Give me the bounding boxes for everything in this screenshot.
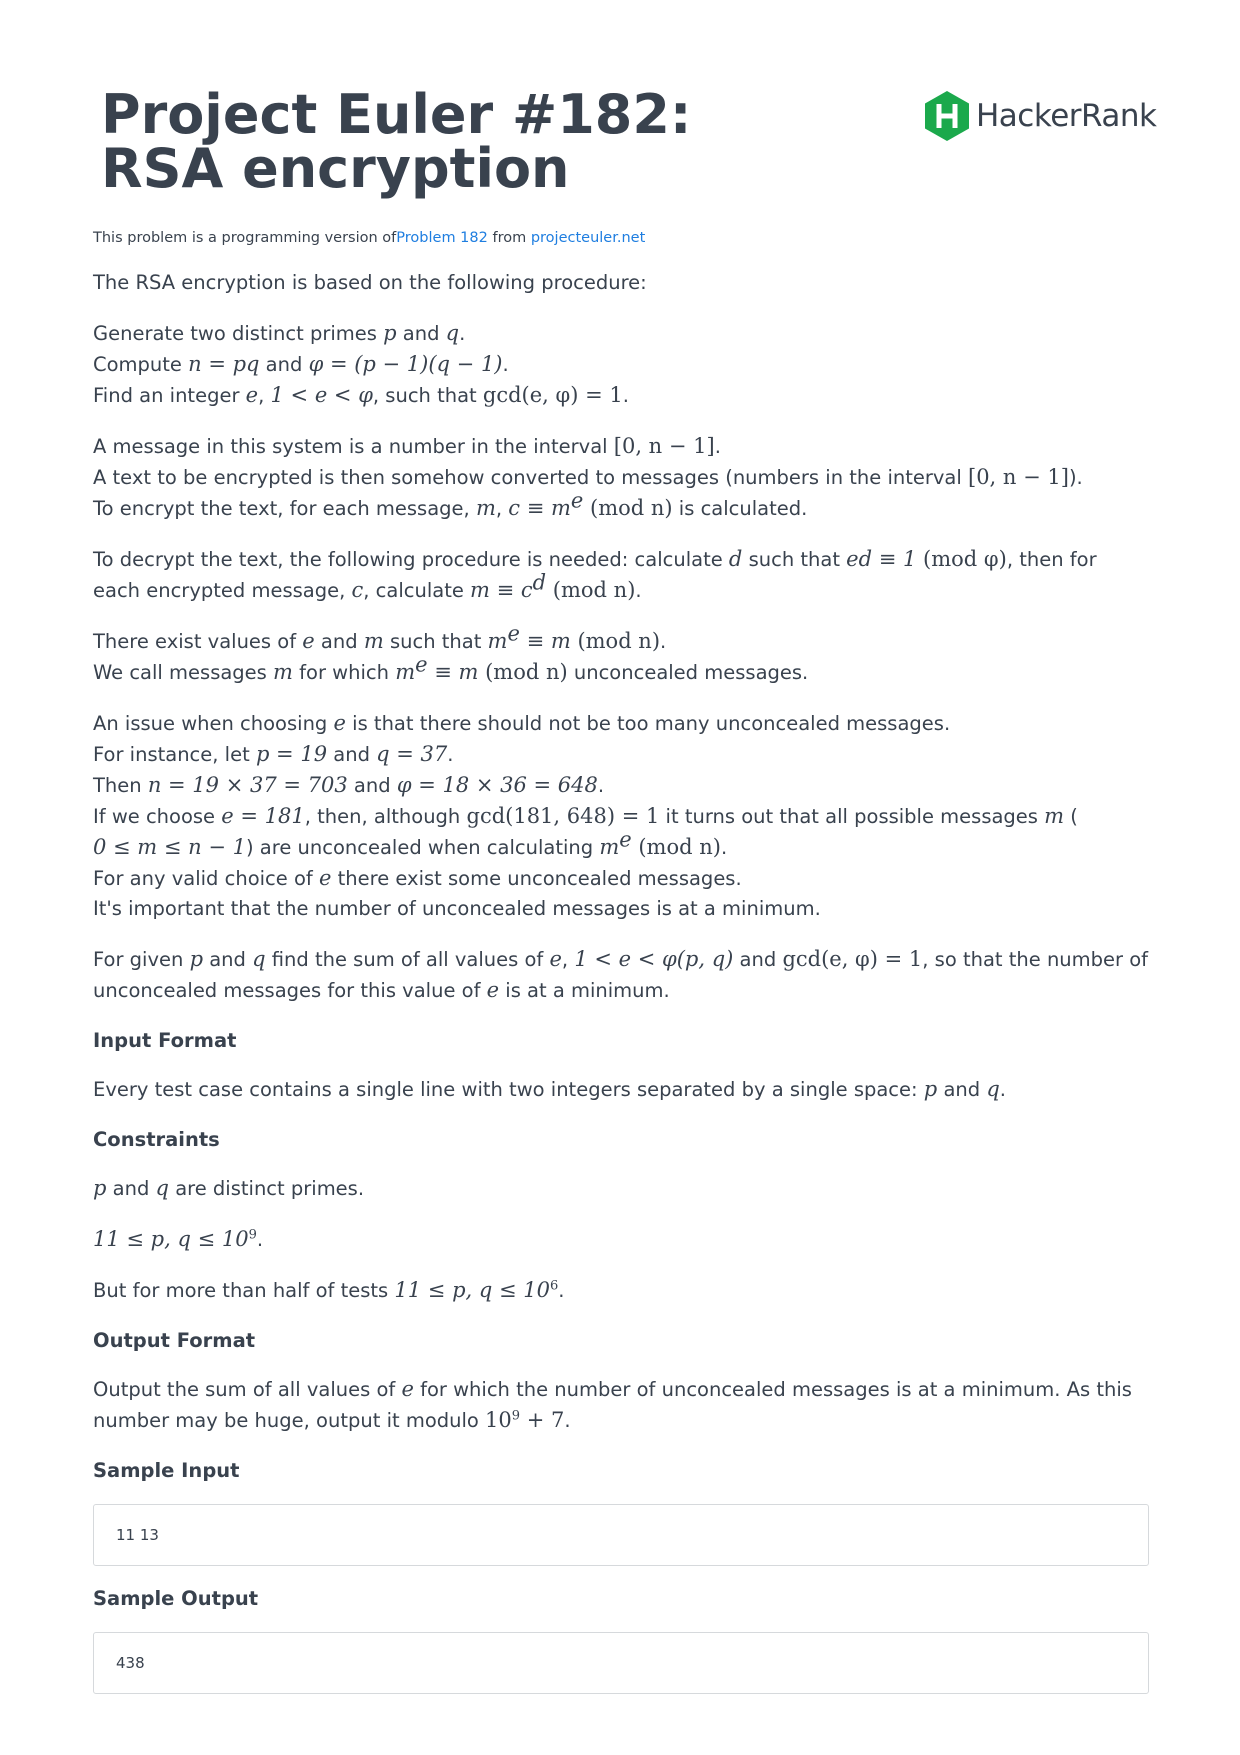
page-title: Project Euler #182: RSA encryption [101,83,692,200]
constraint-half-tests: But for more than half of tests 11 ≤ p, … [93,1278,565,1302]
problem-link[interactable]: Problem 182 [396,230,488,246]
problem-page: Project Euler #182: RSA encryption Hacker… [93,0,1157,1694]
problem-statement: The RSA encryption is based on the follo… [93,268,1149,1712]
sample-output-box: 438 [93,1632,1149,1694]
logo-text: HackerRank [976,98,1157,134]
input-format-text: Every test case contains a single line w… [93,1077,1006,1101]
header: Project Euler #182: RSA encryption Hacker… [93,0,1157,222]
sample-input-heading: Sample Input [93,1459,240,1482]
decrypt-paragraph: To decrypt the text, the following proce… [93,547,1097,602]
output-format-heading: Output Format [93,1329,256,1352]
source-line: This problem is a programming version of… [93,230,646,246]
task-paragraph: For given p and q find the sum of all va… [93,947,1149,1002]
constraints-heading: Constraints [93,1128,220,1151]
hackerrank-hex-icon [925,91,969,141]
constraint-range: 11 ≤ p, q ≤ 109. [93,1227,264,1251]
message-paragraph: A message in this system is a number in … [93,434,1083,520]
sample-input-box: 11 13 [93,1504,1149,1566]
hackerrank-logo[interactable]: HackerRank [924,90,1157,142]
procedure-paragraph: Generate two distinct primes p and q. Co… [93,321,629,407]
sample-output-heading: Sample Output [93,1587,259,1610]
input-format-heading: Input Format [93,1029,237,1052]
site-link[interactable]: projecteuler.net [531,230,645,246]
output-format-text: Output the sum of all values of e for wh… [93,1377,1132,1432]
unconcealed-paragraph: There exist values of e and m such that … [93,621,809,684]
intro-paragraph: The RSA encryption is based on the follo… [93,271,647,294]
example-paragraph: An issue when choosing e is that there s… [93,711,1078,920]
constraint-primes: p and q are distinct primes. [93,1176,365,1200]
